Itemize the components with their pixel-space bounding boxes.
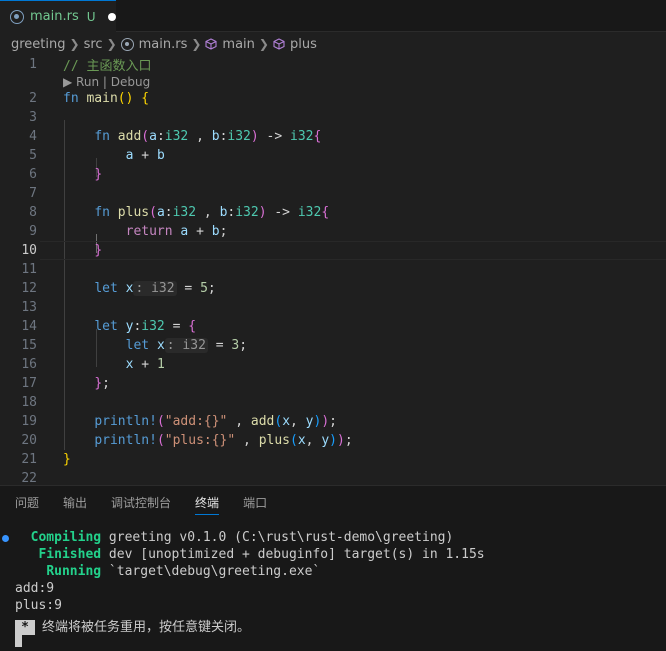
tab-debug-console[interactable]: 调试控制台 — [111, 486, 171, 519]
chevron-right-icon: ❯ — [69, 37, 80, 51]
code-line: 11 — [0, 260, 666, 279]
tab-main-rs[interactable]: main.rs U — [0, 0, 116, 32]
line-number: 8 — [29, 205, 37, 220]
code-line: 9 return a + b; — [0, 222, 666, 241]
tab-terminal[interactable]: 终端 — [195, 486, 220, 519]
code-text: println!("plus:{}" , plus(x, y)); — [94, 433, 353, 448]
breadcrumb: greeting ❯ src ❯ main.rs ❯ main ❯ plus — [0, 33, 666, 55]
code-text: println!("add:{}" , add(x, y)); — [94, 414, 337, 429]
line-number: 21 — [21, 452, 37, 467]
code-line: 20 println!("plus:{}" , plus(x, y)); — [0, 431, 666, 450]
rust-file-icon — [10, 9, 24, 24]
code-text: x + 1 — [125, 357, 165, 372]
code-editor[interactable]: 1 // 主函数入口 ▶ Run | Debug 2 fn main() { 3… — [0, 55, 666, 486]
line-number: 19 — [21, 414, 37, 429]
line-number: 7 — [29, 186, 37, 201]
code-line: 8 fn plus(a:i32 , b:i32) -> i32{ — [0, 203, 666, 222]
rust-file-icon — [120, 37, 134, 51]
line-number: 13 — [21, 300, 37, 315]
panel-tabs: 问题 输出 调试控制台 终端 端口 — [0, 486, 666, 519]
tab-output[interactable]: 输出 — [63, 486, 87, 519]
line-number: 20 — [21, 433, 37, 448]
code-line: 2 fn main() { — [0, 89, 666, 108]
code-line: 5 a + b — [0, 146, 666, 165]
code-line: 17 }; — [0, 374, 666, 393]
code-line: 19 println!("add:{}" , add(x, y)); — [0, 412, 666, 431]
unsaved-dot-icon[interactable] — [107, 12, 116, 21]
line-number: 3 — [29, 110, 37, 125]
code-text: fn plus(a:i32 , b:i32) -> i32{ — [94, 205, 330, 220]
line-number: 22 — [21, 471, 37, 486]
tab-ports[interactable]: 端口 — [243, 486, 267, 519]
terminal-line: Compiling greeting v0.1.0 (C:\rust\rust-… — [30, 530, 454, 545]
code-line: 6 } — [0, 165, 666, 184]
line-number: 17 — [21, 376, 37, 391]
code-text: return a + b; — [125, 224, 228, 239]
terminal-line: * 终端将被任务重用，按任意键关闭。 — [15, 616, 250, 635]
tab-problems[interactable]: 问题 — [15, 486, 39, 519]
chevron-right-icon: ❯ — [106, 37, 117, 51]
code-line: 13 — [0, 298, 666, 317]
code-text: a + b — [125, 148, 165, 163]
method-cube-icon — [205, 38, 217, 50]
code-text: fn main() { — [63, 91, 150, 106]
chevron-right-icon: ❯ — [258, 37, 269, 51]
line-number: 6 — [29, 167, 37, 182]
code-text: } — [94, 243, 103, 258]
code-line: 16 x + 1 — [0, 355, 666, 374]
line-number: 9 — [29, 224, 37, 239]
editor-tab-bar: main.rs U — [0, 0, 666, 32]
terminal-line: Finished dev [unoptimized + debuginfo] t… — [38, 547, 485, 562]
line-number: 2 — [29, 91, 37, 106]
code-line: 14 let y:i32 = { — [0, 317, 666, 336]
terminal-line: Running `target\debug\greeting.exe` — [46, 564, 321, 579]
code-text: let x: i32 = 3; — [125, 338, 248, 353]
command-decoration-dot-icon[interactable] — [2, 535, 9, 542]
code-line: 12 let x: i32 = 5; — [0, 279, 666, 298]
code-text: let y:i32 = { — [94, 319, 197, 334]
breadcrumb-folder[interactable]: greeting — [11, 37, 66, 52]
line-number: 5 — [29, 148, 37, 163]
code-line-active: 10 } — [0, 241, 666, 260]
line-number: 11 — [21, 262, 37, 277]
terminal-line: add:9 — [15, 581, 55, 596]
line-number: 1 — [29, 57, 37, 72]
line-number: 12 — [21, 281, 37, 296]
method-cube-icon — [273, 38, 285, 50]
line-number: 15 — [21, 338, 37, 353]
breadcrumb-file[interactable]: main.rs — [139, 37, 188, 52]
code-text: let x: i32 = 5; — [94, 281, 216, 296]
bottom-panel: 问题 输出 调试控制台 终端 端口 Compiling greeting v0.… — [0, 485, 666, 651]
code-text: }; — [94, 376, 110, 391]
code-text: } — [94, 167, 103, 182]
terminal-line: plus:9 — [15, 598, 62, 613]
code-text: } — [63, 452, 71, 467]
code-line: 21 } — [0, 450, 666, 469]
breadcrumb-fn-plus[interactable]: plus — [290, 37, 317, 52]
run-debug-codelens[interactable]: ▶ Run | Debug — [63, 75, 150, 89]
terminal-cursor — [15, 630, 22, 647]
code-line: 7 — [0, 184, 666, 203]
line-number: 10 — [21, 243, 37, 258]
breadcrumb-fn-main[interactable]: main — [222, 37, 254, 52]
breadcrumb-src[interactable]: src — [84, 37, 103, 52]
code-text: fn add(a:i32 , b:i32) -> i32{ — [94, 129, 322, 144]
tab-label: main.rs — [30, 9, 79, 24]
line-number: 4 — [29, 129, 37, 144]
code-line: 4 fn add(a:i32 , b:i32) -> i32{ — [0, 127, 666, 146]
line-number: 18 — [21, 395, 37, 410]
line-number: 14 — [21, 319, 37, 334]
line-number: 16 — [21, 357, 37, 372]
code-line: 15 let x: i32 = 3; — [0, 336, 666, 355]
code-line: 18 — [0, 393, 666, 412]
untracked-badge: U — [86, 9, 96, 24]
code-line: 3 — [0, 108, 666, 127]
chevron-right-icon: ❯ — [191, 37, 202, 51]
